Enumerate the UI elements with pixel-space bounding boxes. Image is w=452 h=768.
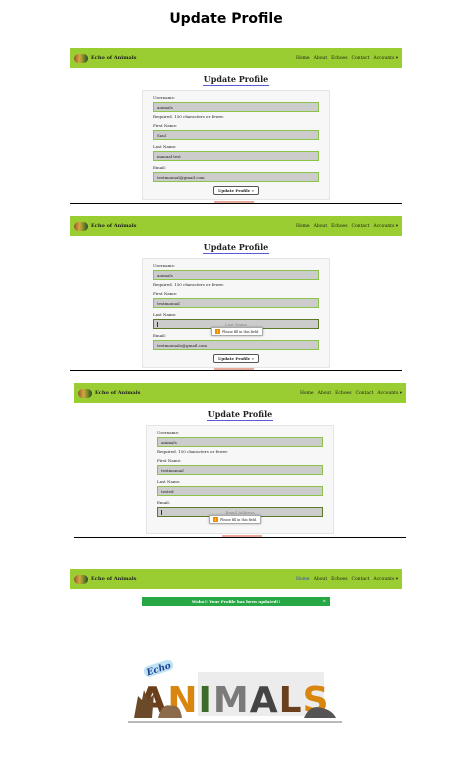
form-title: Update Profile [206, 409, 274, 421]
logo-letter: M [213, 680, 250, 721]
screenshot-4: Echo of Animals Home About Echoes Contac… [70, 569, 402, 606]
close-icon[interactable]: × [323, 598, 326, 603]
nav-echoes[interactable]: Echoes [335, 391, 351, 396]
nav-accounts-dropdown[interactable]: Accounts ▾ [373, 56, 398, 61]
validation-tooltip: ! Please fill in this field. [209, 515, 262, 524]
profile-form: Username: animals Required. 150 characte… [142, 90, 330, 200]
navbar: Echo of Animals Home About Echoes Contac… [70, 48, 402, 68]
validation-tooltip: ! Please fill in this field. [211, 327, 264, 336]
page-title: Update Profile [169, 11, 283, 27]
text-caret [157, 322, 158, 327]
update-profile-button[interactable]: Update Profile » [212, 354, 260, 363]
username-label: Username: [153, 95, 176, 100]
nav-echoes[interactable]: Echoes [331, 56, 347, 61]
screenshot-3: Echo of Animals Home About Echoes Contac… [74, 383, 406, 534]
nav-links: Home About Echoes Contact Accounts ▾ [296, 56, 398, 61]
divider [70, 203, 402, 204]
last-name-input[interactable]: tested [157, 486, 323, 496]
success-message: Woho!! Your Profile has been updated!! [191, 599, 281, 604]
username-help: Required. 150 characters or fewer. [153, 114, 225, 119]
brand-logo-icon [74, 53, 88, 63]
nav-home[interactable]: Home [296, 224, 310, 229]
email-placeholder: Email Address [225, 509, 255, 515]
nav-accounts-dropdown[interactable]: Accounts ▾ [373, 577, 398, 582]
nav-about[interactable]: About [318, 391, 332, 396]
form-title: Update Profile [202, 242, 270, 254]
text-caret [161, 510, 162, 515]
brand-name: Echo of Animals [95, 390, 141, 396]
nav-about[interactable]: About [314, 56, 328, 61]
nav-about[interactable]: About [314, 577, 328, 582]
form-title: Update Profile [202, 74, 270, 86]
logo-letter: A [250, 680, 279, 721]
nav-echoes[interactable]: Echoes [331, 224, 347, 229]
brand-name: Echo of Animals [91, 223, 137, 229]
nav-accounts-dropdown[interactable]: Accounts ▾ [377, 391, 402, 396]
navbar: Echo of Animals Home About Echoes Contac… [70, 216, 402, 236]
username-input[interactable]: animals [153, 270, 319, 280]
username-help: Required. 150 characters or fewer. [157, 449, 229, 454]
nav-home[interactable]: Home [300, 391, 314, 396]
last-name-label: Last Name: [153, 144, 177, 149]
warning-icon: ! [215, 329, 220, 334]
profile-form: Username: animals Required. 150 characte… [146, 425, 334, 534]
first-name-label: First Name: [153, 291, 178, 296]
logo-echo-text: Echo [145, 661, 173, 679]
nav-links: Home About Echoes Contact Accounts ▾ [296, 577, 398, 582]
username-input[interactable]: animals [157, 437, 323, 447]
username-input[interactable]: animals [153, 102, 319, 112]
brand[interactable]: Echo of Animals [74, 221, 137, 231]
success-alert: Woho!! Your Profile has been updated!! × [142, 597, 330, 606]
brand-logo-icon [78, 388, 92, 398]
brand[interactable]: Echo of Animals [74, 53, 137, 63]
username-label: Username: [157, 430, 180, 435]
nav-links: Home About Echoes Contact Accounts ▾ [300, 391, 402, 396]
first-name-input[interactable]: Saul [153, 130, 319, 140]
brand-logo-icon [74, 221, 88, 231]
email-label: Email: [157, 500, 171, 505]
nav-about[interactable]: About [314, 224, 328, 229]
screenshot-1: Echo of Animals Home About Echoes Contac… [70, 48, 402, 200]
last-name-placeholder: Last Name [224, 321, 248, 327]
nav-accounts-dropdown[interactable]: Accounts ▾ [373, 224, 398, 229]
navbar: Echo of Animals Home About Echoes Contac… [70, 569, 402, 589]
validation-message: Please fill in this field. [222, 329, 260, 334]
username-help: Required. 150 characters or fewer. [153, 282, 225, 287]
last-name-label: Last Name: [153, 312, 177, 317]
first-name-input[interactable]: testmanual [157, 465, 323, 475]
screenshot-2: Echo of Animals Home About Echoes Contac… [70, 216, 402, 368]
nav-contact[interactable]: Contact [352, 56, 370, 61]
divider [70, 370, 402, 371]
last-name-label: Last Name: [157, 479, 181, 484]
animals-hero-logo: Echo ANIMALS [128, 660, 342, 723]
divider [74, 537, 406, 538]
brand-logo-icon [74, 574, 88, 584]
nav-echoes[interactable]: Echoes [331, 577, 347, 582]
nav-contact[interactable]: Contact [356, 391, 374, 396]
navbar: Echo of Animals Home About Echoes Contac… [74, 383, 406, 403]
last-name-input[interactable]: manual test [153, 151, 319, 161]
nav-home[interactable]: Home [296, 577, 310, 582]
warning-icon: ! [213, 517, 218, 522]
logo-letter: I [199, 680, 213, 721]
profile-form: Username: animals Required. 150 characte… [142, 258, 330, 368]
email-label: Email: [153, 165, 167, 170]
first-name-label: First Name: [153, 123, 178, 128]
email-input[interactable]: testmanual@gmail.com [153, 172, 319, 182]
brand[interactable]: Echo of Animals [78, 388, 141, 398]
nav-home[interactable]: Home [296, 56, 310, 61]
update-profile-button[interactable]: Update Profile » [212, 186, 260, 195]
nav-contact[interactable]: Contact [352, 224, 370, 229]
nav-contact[interactable]: Contact [352, 577, 370, 582]
first-name-label: First Name: [157, 458, 182, 463]
logo-letter: L [279, 680, 303, 721]
brand[interactable]: Echo of Animals [74, 574, 137, 584]
brand-name: Echo of Animals [91, 576, 137, 582]
nav-links: Home About Echoes Contact Accounts ▾ [296, 224, 398, 229]
first-name-input[interactable]: testmanual [153, 298, 319, 308]
validation-message: Please fill in this field. [220, 517, 258, 522]
username-label: Username: [153, 263, 176, 268]
email-input[interactable]: testmanualo@gmail.com [153, 340, 319, 350]
brand-name: Echo of Animals [91, 55, 137, 61]
